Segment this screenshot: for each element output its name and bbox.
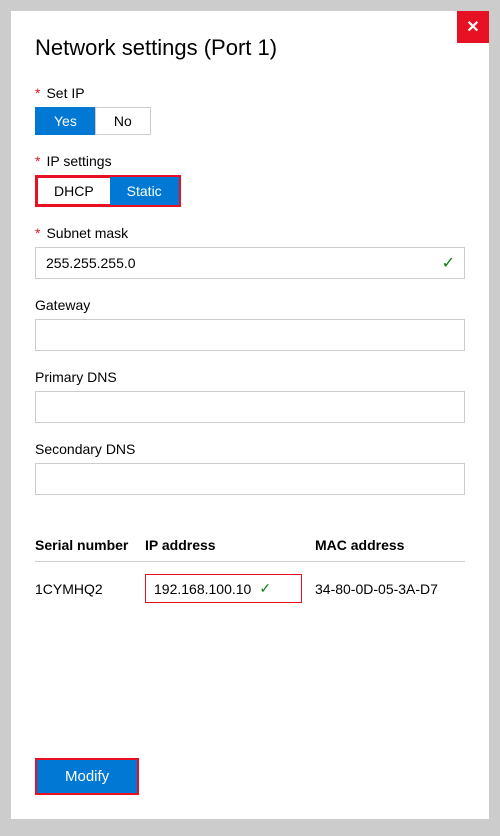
ip-check-icon: ✓	[259, 580, 271, 597]
secondary-dns-label: Secondary DNS	[35, 441, 465, 457]
gateway-label: Gateway	[35, 297, 465, 313]
set-ip-toggle-group: Yes No	[35, 107, 465, 135]
dhcp-button[interactable]: DHCP	[37, 177, 110, 205]
required-star-subnet: *	[35, 225, 40, 241]
gateway-input-wrapper	[35, 319, 465, 351]
subnet-mask-section: * Subnet mask ✓	[35, 225, 465, 279]
cell-serial: 1CYMHQ2	[35, 581, 145, 597]
col-serial-number: Serial number	[35, 537, 145, 553]
primary-dns-input-wrapper	[35, 391, 465, 423]
close-button[interactable]: ✕	[457, 11, 489, 43]
network-settings-dialog: ✕ Network settings (Port 1) * Set IP Yes…	[10, 10, 490, 820]
set-ip-section: * Set IP Yes No	[35, 85, 465, 135]
col-ip-address: IP address	[145, 537, 315, 553]
col-mac-address: MAC address	[315, 537, 465, 553]
table-row: 1CYMHQ2 192.168.100.10 ✓ 34-80-0D-05-3A-…	[35, 566, 465, 611]
modify-btn-section: Modify	[35, 728, 465, 795]
subnet-mask-label: * Subnet mask	[35, 225, 465, 241]
network-table: Serial number IP address MAC address 1CY…	[35, 537, 465, 728]
ip-settings-toggle-wrapper: DHCP Static	[35, 175, 181, 207]
primary-dns-section: Primary DNS	[35, 369, 465, 423]
cell-mac: 34-80-0D-05-3A-D7	[315, 581, 465, 597]
secondary-dns-input[interactable]	[35, 463, 465, 495]
secondary-dns-section: Secondary DNS	[35, 441, 465, 495]
ip-settings-section: * IP settings DHCP Static	[35, 153, 465, 207]
ip-address-box: 192.168.100.10 ✓	[145, 574, 302, 603]
secondary-dns-input-wrapper	[35, 463, 465, 495]
set-ip-no-button[interactable]: No	[95, 107, 151, 135]
subnet-mask-input[interactable]	[35, 247, 465, 279]
subnet-mask-input-wrapper: ✓	[35, 247, 465, 279]
cell-ip: 192.168.100.10 ✓	[145, 574, 315, 603]
primary-dns-input[interactable]	[35, 391, 465, 423]
set-ip-yes-button[interactable]: Yes	[35, 107, 95, 135]
ip-address-value: 192.168.100.10	[154, 581, 251, 597]
table-header: Serial number IP address MAC address	[35, 537, 465, 562]
required-star: *	[35, 85, 40, 101]
close-icon: ✕	[466, 17, 479, 37]
subnet-mask-check-icon: ✓	[442, 253, 455, 273]
primary-dns-label: Primary DNS	[35, 369, 465, 385]
ip-settings-label: * IP settings	[35, 153, 465, 169]
static-button[interactable]: Static	[110, 177, 179, 205]
set-ip-label: * Set IP	[35, 85, 465, 101]
modify-button[interactable]: Modify	[35, 758, 139, 795]
dialog-title: Network settings (Port 1)	[35, 35, 465, 61]
required-star-ip: *	[35, 153, 40, 169]
gateway-input[interactable]	[35, 319, 465, 351]
gateway-section: Gateway	[35, 297, 465, 351]
